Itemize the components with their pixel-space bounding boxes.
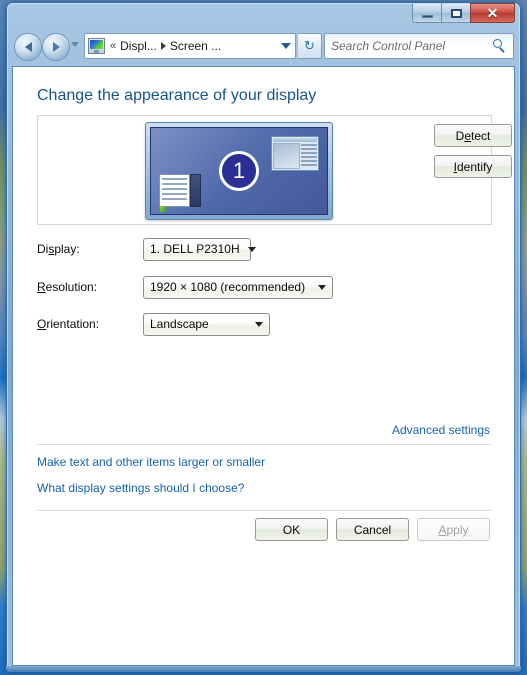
recent-pages-chevron-down-icon[interactable] <box>71 42 79 47</box>
maximize-icon <box>450 8 462 18</box>
title-bar[interactable]: ✕ <box>6 2 521 28</box>
page-title: Change the appearance of your display <box>37 87 317 104</box>
chevron-down-icon <box>255 321 263 327</box>
apply-button: Apply <box>417 518 490 541</box>
preview-action-buttons: Detect Identify <box>434 124 512 178</box>
chevron-down-icon <box>247 246 256 252</box>
window-thumbnail-right <box>271 136 319 171</box>
forward-arrow-icon <box>52 42 60 52</box>
divider-lower <box>37 510 492 511</box>
display-preview-panel: 1 Detect Identify <box>37 115 512 225</box>
display-select[interactable]: 1. DELL P2310H <box>143 237 256 261</box>
minimize-icon <box>421 14 433 18</box>
back-arrow-icon <box>24 42 32 52</box>
display-icon-stand <box>94 50 99 53</box>
screen-resolution-window: ✕ « Displ... Screen ... ↻ Search Control… <box>6 2 521 672</box>
identify-button-label: Identify <box>453 159 493 174</box>
window-bottom-edge <box>6 666 521 672</box>
orientation-field-row: Orientation: Landscape <box>37 312 270 336</box>
navigation-bar: « Displ... Screen ... ↻ Search Control P… <box>6 28 521 66</box>
advanced-settings-link[interactable]: Advanced settings <box>392 423 490 437</box>
what-display-settings-link[interactable]: What display settings should I choose? <box>37 481 244 495</box>
breadcrumb-item-display[interactable]: Displ... <box>120 39 157 53</box>
divider-upper <box>37 444 492 445</box>
close-icon: ✕ <box>486 5 499 21</box>
dialog-buttons: OK Cancel Apply <box>255 518 490 541</box>
detect-button[interactable]: Detect <box>434 124 512 147</box>
minimize-button[interactable] <box>412 3 441 23</box>
close-button[interactable]: ✕ <box>470 3 515 23</box>
chevron-down-icon <box>281 43 291 49</box>
search-placeholder: Search Control Panel <box>331 39 446 53</box>
detect-button-label: Detect <box>455 128 491 143</box>
orientation-select[interactable]: Landscape <box>143 312 270 336</box>
breadcrumb-overflow[interactable]: « <box>110 40 116 52</box>
resolution-field-row: Resolution: 1920 × 1080 (recommended) <box>37 275 333 299</box>
maximize-button[interactable] <box>441 3 470 23</box>
cancel-button-label: Cancel <box>353 522 392 537</box>
address-bar[interactable]: « Displ... Screen ... <box>84 33 296 59</box>
search-input[interactable]: Search Control Panel <box>324 33 514 59</box>
breadcrumb-separator-icon[interactable] <box>160 42 166 50</box>
orientation-select-value: Landscape <box>150 317 209 331</box>
orientation-field-label: Orientation: <box>37 317 100 331</box>
ok-button-label: OK <box>282 522 301 537</box>
caption-buttons: ✕ <box>412 3 515 23</box>
back-button[interactable] <box>14 33 42 61</box>
cancel-button[interactable]: Cancel <box>336 518 409 541</box>
make-text-larger-link[interactable]: Make text and other items larger or smal… <box>37 455 265 469</box>
ok-button[interactable]: OK <box>255 518 328 541</box>
address-dropdown-button[interactable] <box>277 34 295 58</box>
forward-button[interactable] <box>42 33 70 61</box>
content-panel: Change the appearance of your display 1 … <box>12 66 515 666</box>
refresh-icon: ↻ <box>304 38 315 53</box>
display-field-label: Display: <box>37 242 80 256</box>
display-icon-screen <box>90 40 103 49</box>
display-icon <box>88 38 105 54</box>
monitor-number-badge: 1 <box>219 151 259 191</box>
display-field-row: Display: 1. DELL P2310H <box>37 237 256 261</box>
breadcrumb: « Displ... Screen ... <box>105 39 277 53</box>
monitor-screen: 1 <box>150 127 328 215</box>
window-thumbnail-left <box>159 174 201 207</box>
apply-button-label: Apply <box>438 522 469 537</box>
resolution-select-value: 1920 × 1080 (recommended) <box>150 280 306 294</box>
breadcrumb-item-screen-resolution[interactable]: Screen ... <box>170 39 221 53</box>
monitor-preview-1[interactable]: 1 <box>145 122 333 220</box>
identify-button[interactable]: Identify <box>434 155 512 178</box>
resolution-field-label: Resolution: <box>37 280 98 294</box>
refresh-button[interactable]: ↻ <box>298 33 322 59</box>
taskbar-tray-icon <box>160 206 166 212</box>
search-icon <box>493 39 507 53</box>
chevron-down-icon <box>318 284 326 290</box>
resolution-select[interactable]: 1920 × 1080 (recommended) <box>143 275 333 299</box>
display-select-value: 1. DELL P2310H <box>150 242 240 256</box>
